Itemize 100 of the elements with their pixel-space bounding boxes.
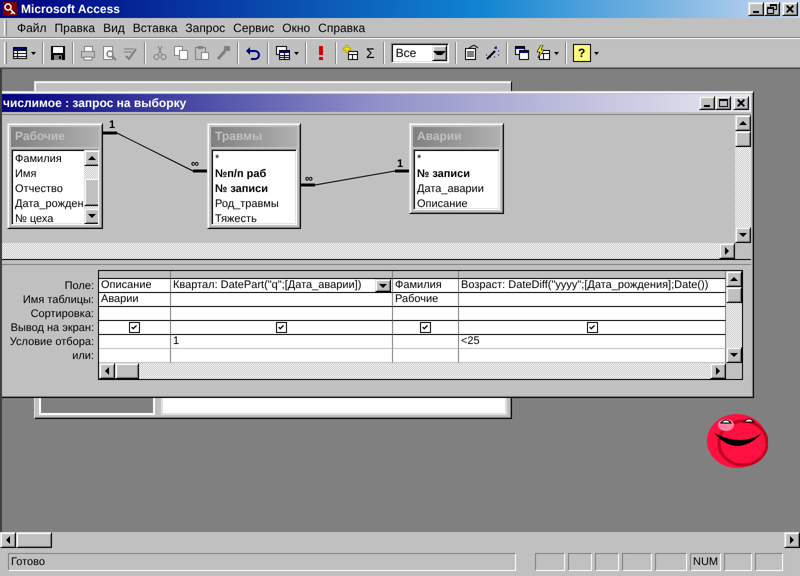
table-field-list[interactable]: Травмы * №п/п раб № записи Род_травмы Тяжесть — [207, 123, 301, 229]
field-cell[interactable]: Квартал: DatePart("q";[Дата_аварии]) — [171, 279, 393, 293]
table-cell[interactable] — [99, 321, 171, 335]
table-cell[interactable] — [459, 307, 726, 321]
menu-item[interactable]: Окно — [278, 20, 314, 34]
field-item[interactable]: Имя — [15, 167, 84, 182]
dropdown-caret-icon[interactable] — [554, 52, 559, 54]
dropdown-button[interactable] — [375, 279, 391, 292]
dropdown-caret-icon[interactable] — [31, 52, 36, 54]
field-cell[interactable]: Возраст: DateDiff("yyyy";[Дата_рождения];Date()) — [459, 279, 726, 293]
scroll-down-button[interactable] — [735, 227, 751, 243]
scroll-up-button[interactable] — [735, 115, 751, 131]
pane-splitter[interactable] — [2, 259, 751, 265]
print-preview-icon[interactable] — [101, 45, 117, 61]
scrollbar-thumb[interactable] — [16, 532, 52, 548]
vertical-scrollbar[interactable] — [84, 150, 98, 224]
table-cell[interactable]: 1 — [173, 335, 180, 348]
table-cell[interactable] — [171, 307, 393, 321]
copy-icon[interactable] — [173, 45, 189, 61]
smiley-assistant-drawing[interactable] — [706, 413, 768, 469]
horizontal-scrollbar[interactable] — [99, 363, 726, 379]
table-cell[interactable] — [171, 293, 393, 307]
new-object-icon[interactable] — [534, 45, 551, 61]
database-window-frame[interactable] — [34, 398, 512, 419]
menu-item[interactable]: Вставка — [128, 20, 182, 34]
menu-grip[interactable] — [4, 20, 7, 36]
query-type-icon[interactable] — [275, 45, 291, 61]
field-item[interactable]: №п/п раб — [215, 167, 296, 182]
print-icon[interactable] — [80, 45, 96, 61]
scroll-down-button[interactable] — [84, 208, 98, 224]
table-cell[interactable] — [171, 321, 393, 335]
scrollbar-thumb[interactable] — [735, 131, 751, 147]
column-selector-bar[interactable] — [459, 271, 726, 279]
table-cell[interactable] — [393, 307, 459, 321]
field-item[interactable]: № записи — [215, 182, 296, 197]
minimize-button[interactable] — [699, 96, 715, 110]
field-item[interactable]: Фамилия — [15, 152, 84, 167]
column-selector-bar[interactable] — [171, 271, 393, 279]
magic-wand-icon[interactable] — [484, 45, 500, 61]
show-checkbox[interactable] — [276, 322, 287, 333]
paste-clipboard-icon[interactable] — [194, 45, 210, 61]
field-item[interactable]: Тяжесть — [215, 212, 296, 224]
scroll-right-button[interactable] — [719, 243, 735, 259]
menu-item[interactable]: Запрос — [181, 20, 230, 34]
column-selector-bar[interactable] — [393, 271, 459, 279]
field-item[interactable]: * — [417, 152, 499, 167]
properties-sheet-icon[interactable] — [462, 45, 479, 61]
table-cell[interactable] — [99, 307, 171, 321]
table-field-list[interactable]: Аварии * № записи Дата_аварии Описание — [409, 123, 504, 214]
vertical-scrollbar[interactable] — [735, 115, 751, 259]
field-item[interactable]: № цеха — [15, 212, 84, 224]
field-cell[interactable]: Описание — [99, 279, 171, 293]
vertical-scrollbar[interactable] — [726, 271, 742, 363]
field-item[interactable]: Описание — [417, 197, 499, 209]
table-cell[interactable]: Аварии — [101, 293, 139, 306]
horizontal-scrollbar[interactable] — [2, 243, 735, 259]
save-icon[interactable] — [50, 45, 66, 61]
field-list-box[interactable]: * № записи Дата_аварии Описание — [413, 149, 500, 210]
field-item[interactable]: № записи — [417, 167, 499, 182]
close-button[interactable] — [782, 2, 798, 16]
show-table-icon[interactable] — [343, 45, 359, 61]
scrollbar-thumb[interactable] — [115, 363, 139, 379]
database-window-icon[interactable] — [514, 45, 530, 61]
menu-item[interactable]: Сервис — [229, 20, 278, 34]
table-cell[interactable] — [393, 321, 459, 335]
top-values-combo[interactable]: Все — [390, 43, 449, 63]
scroll-left-button[interactable] — [0, 532, 16, 548]
relationship-line[interactable] — [301, 170, 409, 186]
table-field-list[interactable]: Рабочие Фамилия Имя Отчество Дата_рожден № цеха — [7, 123, 103, 229]
dropdown-caret-icon[interactable] — [294, 52, 299, 54]
table-cell[interactable] — [459, 293, 726, 307]
totals-button[interactable]: Σ — [364, 45, 377, 61]
scroll-up-button[interactable] — [726, 271, 742, 287]
field-cell[interactable]: Фамилия — [393, 279, 459, 293]
table-cell[interactable]: <25 — [461, 335, 480, 348]
menu-item[interactable]: Вид — [99, 20, 129, 34]
table-cell[interactable] — [393, 335, 459, 349]
scrollbar-thumb[interactable] — [84, 178, 98, 206]
field-item[interactable]: Отчество — [15, 182, 84, 197]
scroll-right-button[interactable] — [784, 532, 800, 548]
scroll-left-button[interactable] — [99, 363, 115, 379]
restore-button[interactable] — [764, 2, 780, 16]
table-cell[interactable]: Рабочие — [395, 293, 438, 306]
show-checkbox[interactable] — [420, 322, 431, 333]
scroll-up-button[interactable] — [84, 150, 98, 166]
maximize-button[interactable] — [715, 96, 731, 110]
field-item[interactable]: Род_травмы — [215, 197, 296, 212]
undo-arrow-icon[interactable] — [245, 45, 261, 61]
menu-item[interactable]: Файл — [13, 20, 51, 34]
column-selector-bar[interactable] — [99, 271, 171, 279]
help-button[interactable]: ? — [572, 44, 591, 62]
field-list-box[interactable]: Фамилия Имя Отчество Дата_рожден № цеха — [11, 149, 99, 225]
scroll-right-button[interactable] — [710, 363, 726, 379]
relationship-line[interactable] — [103, 132, 207, 172]
table-cell[interactable] — [99, 335, 171, 349]
menu-item[interactable]: Правка — [50, 20, 100, 34]
datasheet-grid-icon[interactable] — [12, 45, 28, 61]
field-item[interactable]: * — [215, 152, 296, 167]
field-list-box[interactable]: * №п/п раб № записи Род_травмы Тяжесть — [211, 149, 297, 225]
dropdown-caret-icon[interactable] — [594, 52, 599, 54]
